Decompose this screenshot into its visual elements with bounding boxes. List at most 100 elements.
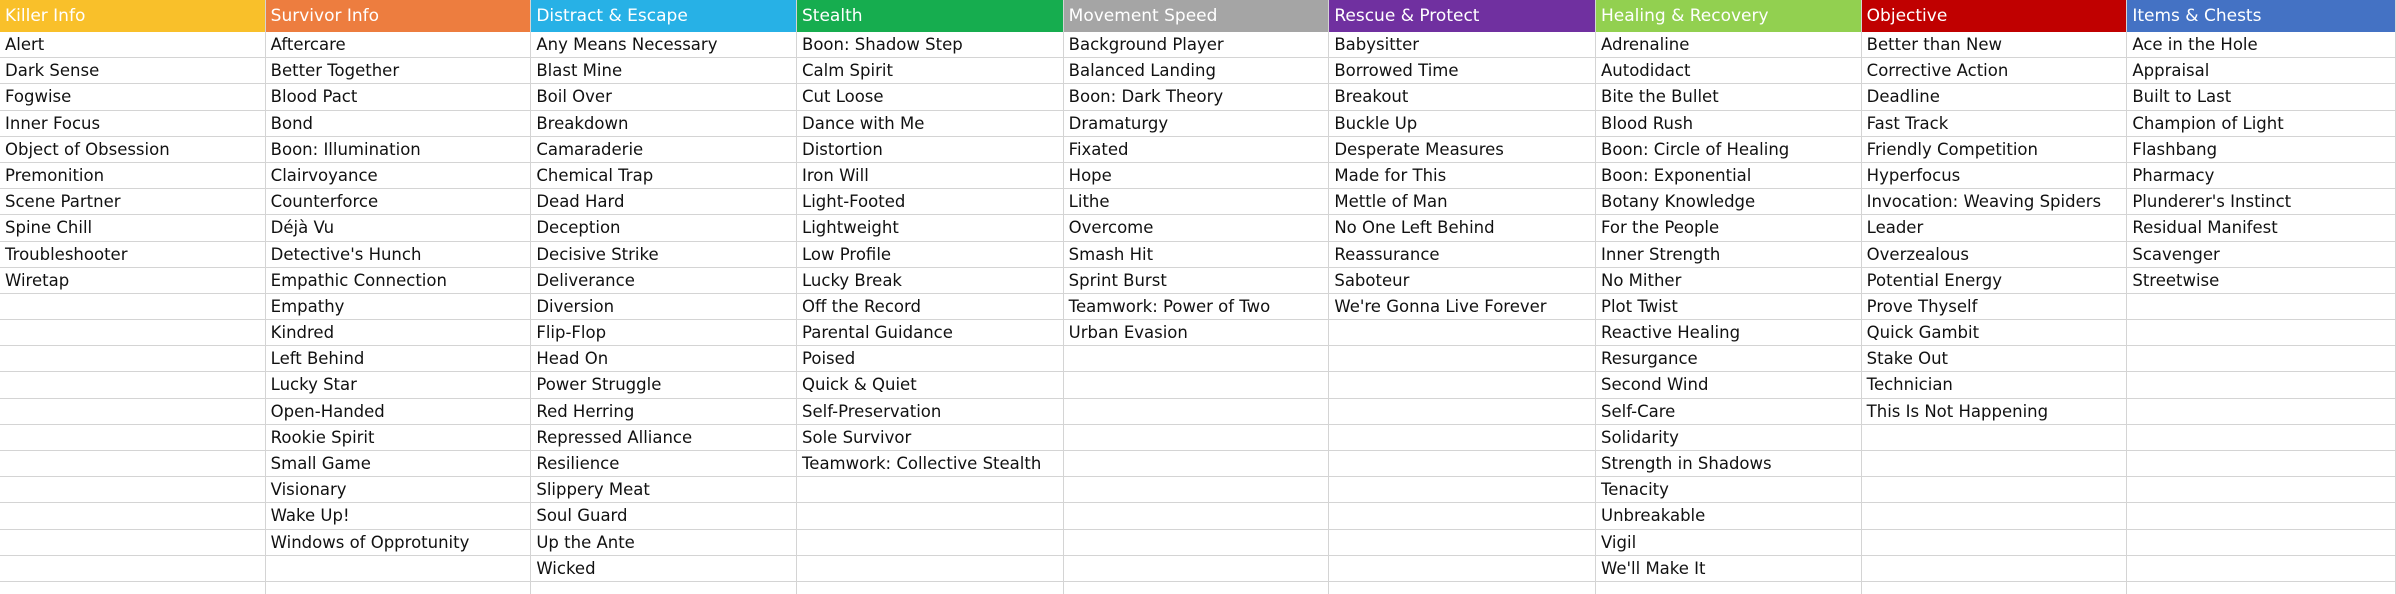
table-cell[interactable]: Fast Track bbox=[1861, 111, 2127, 137]
table-cell[interactable]: Blast Mine bbox=[531, 58, 797, 85]
table-cell[interactable] bbox=[2127, 372, 2395, 399]
table-cell[interactable] bbox=[1063, 399, 1329, 425]
table-cell[interactable]: We'll Make It bbox=[1596, 556, 1861, 582]
table-cell[interactable] bbox=[0, 530, 265, 556]
table-cell[interactable]: Overzealous bbox=[1861, 242, 2127, 268]
column-header[interactable]: Distract & Escape bbox=[531, 0, 797, 32]
table-cell[interactable] bbox=[2127, 346, 2395, 373]
table-cell[interactable]: Cut Loose bbox=[797, 84, 1063, 111]
table-cell[interactable]: Off the Record bbox=[797, 294, 1063, 321]
table-cell[interactable] bbox=[0, 503, 265, 530]
table-cell[interactable]: Lucky Star bbox=[265, 372, 531, 399]
table-cell[interactable]: Rookie Spirit bbox=[265, 425, 531, 451]
table-cell[interactable]: Fogwise bbox=[0, 84, 265, 111]
table-cell[interactable]: Reassurance bbox=[1329, 242, 1595, 268]
table-cell[interactable] bbox=[1329, 425, 1595, 451]
table-cell[interactable]: Background Player bbox=[1063, 32, 1329, 59]
table-cell[interactable]: Corrective Action bbox=[1861, 58, 2127, 85]
table-cell[interactable]: Parental Guidance bbox=[797, 320, 1063, 347]
table-cell[interactable]: Open-Handed bbox=[265, 399, 531, 425]
table-cell[interactable]: Iron Will bbox=[797, 163, 1063, 190]
table-cell[interactable]: Self-Care bbox=[1596, 399, 1861, 425]
table-cell[interactable] bbox=[0, 399, 265, 425]
column-header[interactable]: Rescue & Protect bbox=[1329, 0, 1595, 32]
table-cell[interactable] bbox=[1329, 399, 1595, 425]
table-cell[interactable] bbox=[0, 556, 265, 582]
table-cell[interactable]: Small Game bbox=[265, 451, 531, 478]
table-cell[interactable]: Invocation: Weaving Spiders bbox=[1861, 189, 2127, 216]
table-cell[interactable]: Pharmacy bbox=[2127, 163, 2395, 190]
column-header[interactable]: Movement Speed bbox=[1063, 0, 1329, 32]
table-cell[interactable] bbox=[0, 320, 265, 347]
table-cell[interactable]: Spine Chill bbox=[0, 215, 265, 242]
table-cell[interactable]: Deadline bbox=[1861, 84, 2127, 111]
table-cell[interactable]: Desperate Measures bbox=[1329, 137, 1595, 163]
table-cell[interactable]: Repressed Alliance bbox=[531, 425, 797, 451]
table-cell[interactable]: Better than New bbox=[1861, 32, 2127, 59]
table-cell[interactable]: Dark Sense bbox=[0, 58, 265, 85]
table-cell[interactable]: Boon: Circle of Healing bbox=[1596, 137, 1861, 163]
table-cell[interactable]: Chemical Trap bbox=[531, 163, 797, 190]
table-cell[interactable] bbox=[0, 346, 265, 373]
table-cell[interactable]: Dramaturgy bbox=[1063, 111, 1329, 137]
table-cell[interactable]: Boon: Dark Theory bbox=[1063, 84, 1329, 111]
table-cell[interactable]: Inner Strength bbox=[1596, 242, 1861, 268]
table-cell[interactable]: Wiretap bbox=[0, 268, 265, 294]
table-cell[interactable]: Up the Ante bbox=[531, 530, 797, 556]
table-cell[interactable]: Kindred bbox=[265, 320, 531, 347]
table-cell[interactable]: Tenacity bbox=[1596, 477, 1861, 504]
table-cell[interactable]: Bond bbox=[265, 111, 531, 137]
table-cell[interactable] bbox=[1861, 556, 2127, 582]
table-cell[interactable]: Premonition bbox=[0, 163, 265, 190]
table-cell[interactable]: Better Together bbox=[265, 58, 531, 85]
table-cell[interactable]: This Is Not Happening bbox=[1861, 399, 2127, 425]
table-cell[interactable]: Made for This bbox=[1329, 163, 1595, 190]
table-cell[interactable]: Adrenaline bbox=[1596, 32, 1861, 59]
table-cell[interactable]: Lucky Break bbox=[797, 268, 1063, 294]
table-cell[interactable] bbox=[0, 477, 265, 504]
table-cell[interactable] bbox=[1861, 530, 2127, 556]
column-header[interactable]: Healing & Recovery bbox=[1596, 0, 1861, 32]
table-cell[interactable]: Autodidact bbox=[1596, 58, 1861, 85]
table-cell[interactable]: Plunderer's Instinct bbox=[2127, 189, 2395, 216]
table-cell[interactable]: Inner Focus bbox=[0, 111, 265, 137]
table-cell[interactable]: Light-Footed bbox=[797, 189, 1063, 216]
table-cell[interactable]: Soul Guard bbox=[531, 503, 797, 530]
table-cell[interactable]: Overcome bbox=[1063, 215, 1329, 242]
table-cell[interactable]: Lithe bbox=[1063, 189, 1329, 216]
table-cell[interactable]: Solidarity bbox=[1596, 425, 1861, 451]
column-header[interactable]: Items & Chests bbox=[2127, 0, 2395, 32]
table-cell[interactable]: Wicked bbox=[531, 556, 797, 582]
table-cell[interactable]: Deliverance bbox=[531, 268, 797, 294]
table-cell[interactable] bbox=[1063, 503, 1329, 530]
table-cell[interactable]: Flip-Flop bbox=[531, 320, 797, 347]
table-cell[interactable]: No One Left Behind bbox=[1329, 215, 1595, 242]
table-cell[interactable]: Breakout bbox=[1329, 84, 1595, 111]
table-cell[interactable] bbox=[1063, 451, 1329, 478]
table-cell[interactable]: We're Gonna Live Forever bbox=[1329, 294, 1595, 321]
table-cell[interactable]: Plot Twist bbox=[1596, 294, 1861, 321]
table-cell[interactable]: Head On bbox=[531, 346, 797, 373]
table-cell[interactable]: Windows of Opprotunity bbox=[265, 530, 531, 556]
table-cell[interactable]: Boil Over bbox=[531, 84, 797, 111]
table-cell[interactable]: Resurgance bbox=[1596, 346, 1861, 373]
table-cell[interactable]: Any Means Necessary bbox=[531, 32, 797, 59]
table-cell[interactable] bbox=[1063, 477, 1329, 504]
table-cell[interactable]: Self-Preservation bbox=[797, 399, 1063, 425]
table-cell[interactable]: Empathy bbox=[265, 294, 531, 321]
table-cell[interactable]: Red Herring bbox=[531, 399, 797, 425]
table-cell[interactable] bbox=[1329, 451, 1595, 478]
table-cell[interactable] bbox=[2127, 320, 2395, 347]
table-cell[interactable] bbox=[1329, 530, 1595, 556]
table-cell[interactable] bbox=[797, 530, 1063, 556]
table-cell[interactable]: Boon: Shadow Step bbox=[797, 32, 1063, 59]
table-cell[interactable] bbox=[2127, 294, 2395, 321]
table-cell[interactable]: Leader bbox=[1861, 215, 2127, 242]
table-cell[interactable] bbox=[1329, 477, 1595, 504]
table-cell[interactable]: Decisive Strike bbox=[531, 242, 797, 268]
table-cell[interactable]: For the People bbox=[1596, 215, 1861, 242]
table-cell[interactable]: Dance with Me bbox=[797, 111, 1063, 137]
table-cell[interactable]: Hope bbox=[1063, 163, 1329, 190]
table-cell[interactable] bbox=[1329, 372, 1595, 399]
column-header[interactable]: Survivor Info bbox=[265, 0, 531, 32]
